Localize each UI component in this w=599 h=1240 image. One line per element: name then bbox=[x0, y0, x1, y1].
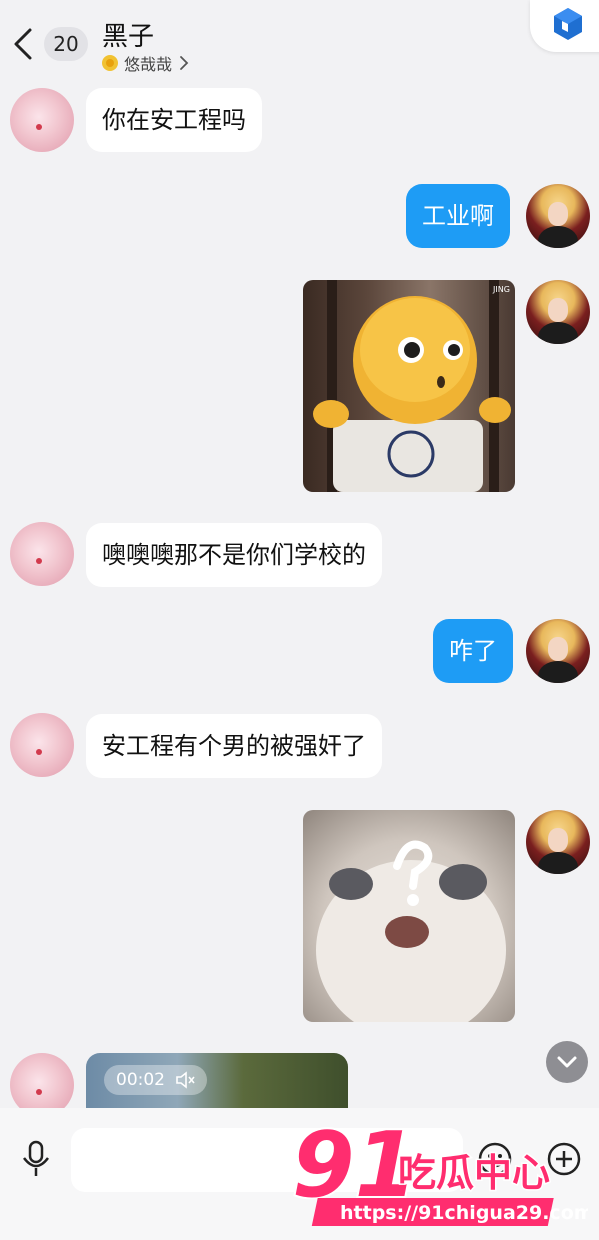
message-bubble-incoming[interactable]: 你在安工程吗 bbox=[86, 88, 262, 152]
sticker-emoji-image: JING bbox=[313, 280, 511, 492]
unread-count-badge[interactable]: 20 bbox=[44, 27, 88, 61]
contact-avatar[interactable] bbox=[10, 522, 74, 586]
self-avatar[interactable] bbox=[526, 184, 590, 248]
self-avatar[interactable] bbox=[526, 619, 590, 683]
plus-circle-icon bbox=[547, 1142, 581, 1176]
chat-header: 20 黑子 悠哉哉 bbox=[0, 0, 599, 80]
sticker-emoji-character[interactable]: JING bbox=[303, 280, 515, 492]
message-input[interactable] bbox=[71, 1128, 463, 1192]
corner-app-button[interactable] bbox=[530, 0, 599, 52]
chat-subtitle[interactable]: 悠哉哉 bbox=[102, 51, 190, 75]
scroll-to-bottom-button[interactable] bbox=[546, 1041, 588, 1083]
contact-avatar[interactable] bbox=[10, 88, 74, 152]
smiley-icon bbox=[478, 1142, 512, 1176]
message-bubble-incoming[interactable]: 噢噢噢那不是你们学校的 bbox=[86, 523, 382, 587]
chevron-down-icon bbox=[557, 1056, 577, 1068]
message-bubble-outgoing[interactable]: 工业啊 bbox=[406, 184, 510, 248]
video-message[interactable]: 00:02 bbox=[86, 1053, 348, 1109]
back-button[interactable] bbox=[10, 26, 38, 62]
more-button[interactable] bbox=[547, 1142, 581, 1176]
self-avatar[interactable] bbox=[526, 280, 590, 344]
coin-icon bbox=[102, 55, 118, 71]
voice-button[interactable] bbox=[18, 1138, 54, 1178]
video-duration-pill: 00:02 bbox=[104, 1065, 207, 1095]
video-duration: 00:02 bbox=[116, 1070, 165, 1090]
sticker-corner-label: JING bbox=[492, 285, 510, 294]
cube-icon bbox=[554, 8, 582, 40]
emoji-button[interactable] bbox=[478, 1142, 512, 1176]
chevron-left-icon bbox=[14, 28, 32, 60]
chevron-right-icon bbox=[180, 56, 189, 70]
sticker-cat-image bbox=[316, 840, 506, 1022]
microphone-icon bbox=[23, 1140, 49, 1176]
sticker-cat-question[interactable] bbox=[303, 810, 515, 1022]
speaker-muted-icon bbox=[176, 1071, 195, 1089]
message-bubble-incoming[interactable]: 安工程有个男的被强奸了 bbox=[86, 714, 382, 778]
contact-avatar[interactable] bbox=[10, 713, 74, 777]
subtitle-text: 悠哉哉 bbox=[124, 55, 173, 74]
chat-title[interactable]: 黑子 bbox=[102, 16, 154, 53]
message-bubble-outgoing[interactable]: 咋了 bbox=[433, 619, 513, 683]
self-avatar[interactable] bbox=[526, 810, 590, 874]
